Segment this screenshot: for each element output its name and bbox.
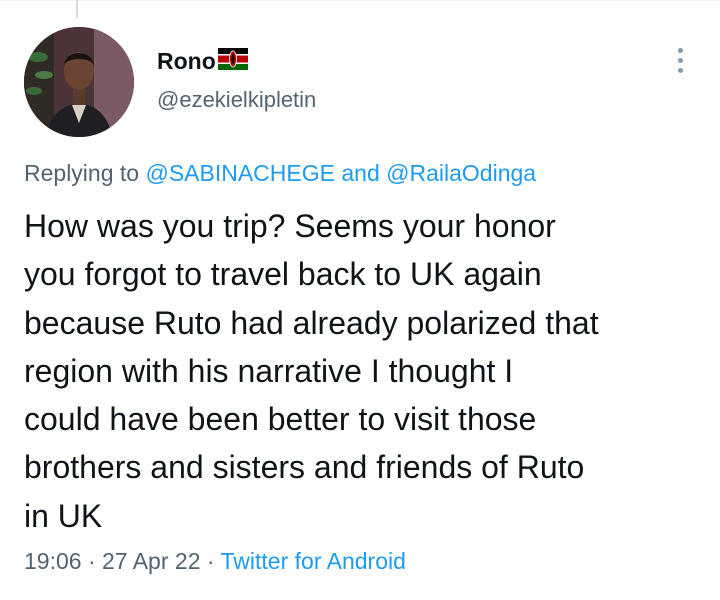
- meta-separator: ·: [87, 548, 96, 574]
- replying-prefix: Replying to: [24, 160, 140, 186]
- author-name-row[interactable]: Rono: [157, 48, 248, 75]
- tweet-text: How was you trip? Seems your honor you f…: [24, 202, 704, 540]
- author-handle[interactable]: @ezekielkipletin: [157, 87, 316, 113]
- avatar-photo: [24, 27, 134, 137]
- mention-railaodinga[interactable]: @RailaOdinga: [386, 160, 536, 186]
- tweet-text-line: because Ruto had already polarized that: [24, 304, 599, 341]
- tweet-date[interactable]: 27 Apr 22: [102, 548, 200, 574]
- meta-separator: ·: [206, 548, 215, 574]
- tweet-source-link[interactable]: Twitter for Android: [221, 548, 406, 574]
- tweet-time[interactable]: 19:06: [24, 548, 82, 574]
- display-name[interactable]: Rono: [157, 48, 216, 75]
- tweet-text-line: could have been better to visit those: [24, 401, 537, 438]
- top-divider: [0, 0, 720, 7]
- tweet-text-line: in UK: [24, 497, 103, 534]
- tweet-meta: 19:06 · 27 Apr 22 · Twitter for Android: [24, 548, 406, 575]
- tweet-text-line: region with his narrative I thought I: [24, 352, 514, 389]
- more-dot: [677, 68, 683, 73]
- tweet-text-line: you forgot to travel back to UK again: [24, 256, 542, 293]
- avatar[interactable]: [24, 27, 134, 137]
- thread-connector-line: [76, 0, 78, 18]
- tweet-text-line: How was you trip? Seems your honor: [24, 208, 556, 244]
- more-options-icon[interactable]: [668, 48, 692, 76]
- kenya-flag-icon: [217, 48, 248, 75]
- mention-connector: and: [341, 160, 380, 186]
- more-dot: [677, 58, 683, 63]
- replying-to: Replying to @SABINACHEGE and @RailaOding…: [24, 160, 536, 187]
- mention-sabinachege[interactable]: @SABINACHEGE: [145, 160, 335, 186]
- tweet-text-line: brothers and sisters and friends of Ruto: [24, 449, 585, 486]
- more-dot: [677, 48, 683, 53]
